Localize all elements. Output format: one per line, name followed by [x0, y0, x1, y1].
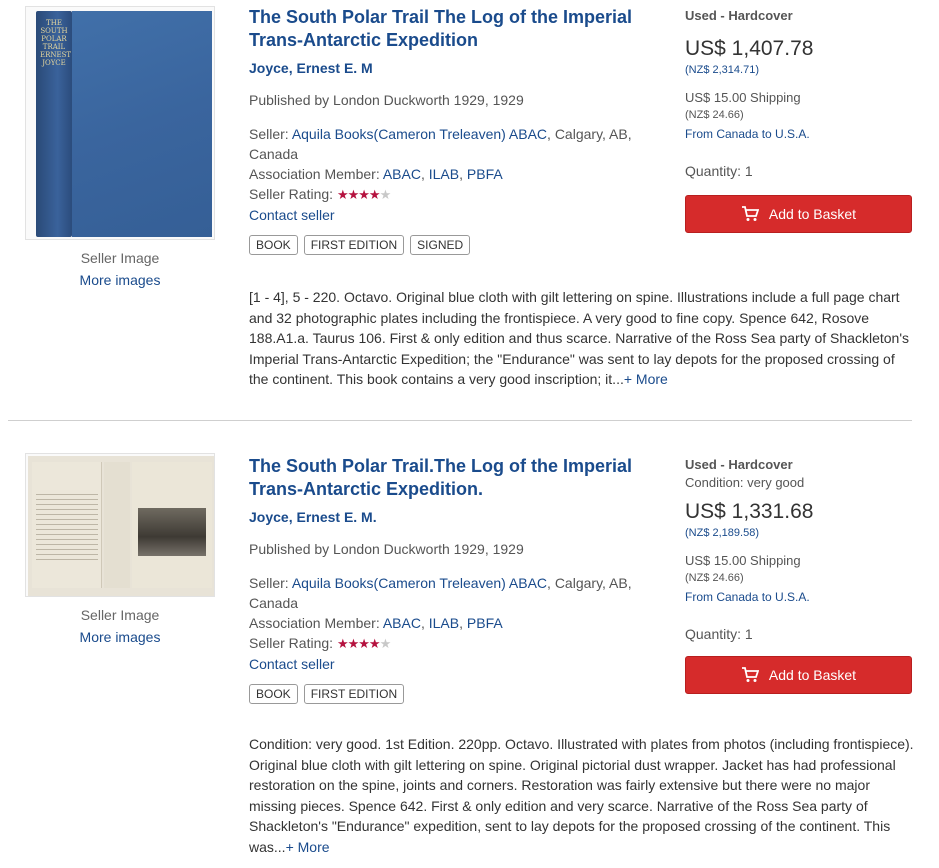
- publisher-info: Published by London Duckworth 1929, 1929: [249, 92, 524, 108]
- price: US$ 1,407.78: [685, 37, 814, 60]
- seller-label: Seller:: [249, 575, 292, 591]
- tag-book: BOOK: [249, 684, 298, 704]
- association-line: Association Member: ABAC, ILAB, PBFA: [249, 615, 503, 631]
- shipping-converted: (NZ$ 24.66): [685, 572, 744, 584]
- more-images-link[interactable]: More images: [25, 272, 215, 288]
- seller-rating-label: Seller Rating:: [249, 635, 337, 651]
- association-abac-link[interactable]: ABAC: [383, 615, 421, 631]
- association-pbfa-link[interactable]: PBFA: [467, 166, 503, 182]
- details-column: The South Polar Trail The Log of the Imp…: [249, 6, 669, 255]
- condition-info: Condition: very good: [685, 475, 805, 490]
- tag-first-edition: FIRST EDITION: [303, 235, 405, 255]
- seller-rating-label: Seller Rating:: [249, 186, 337, 202]
- shipping-converted: (NZ$ 24.66): [685, 109, 744, 121]
- association-ilab-link[interactable]: ILAB: [429, 166, 459, 182]
- seller-line: Seller: Aquila Books(Cameron Treleaven) …: [249, 573, 669, 613]
- quantity: Quantity: 1: [685, 626, 753, 642]
- author-link[interactable]: Joyce, Ernest E. M.: [249, 509, 669, 525]
- star-empty-icon: ★: [379, 636, 392, 651]
- star-icon: ★: [368, 636, 381, 651]
- seller-name-link[interactable]: Aquila Books(Cameron Treleaven) ABAC: [292, 126, 547, 142]
- tag-first-edition: FIRST EDITION: [303, 684, 405, 704]
- price: US$ 1,331.68: [685, 500, 814, 523]
- purchase-column: Used - Hardcover US$ 1,407.78 (NZ$ 2,314…: [685, 8, 912, 233]
- book-cover-image[interactable]: [25, 453, 215, 597]
- book-cover-image[interactable]: THE SOUTH POLAR TRAIL ERNEST JOYCE: [25, 6, 215, 240]
- shipping-cost: US$ 15.00 Shipping: [685, 553, 801, 568]
- purchase-column: Used - Hardcover Condition: very good US…: [685, 457, 912, 694]
- listing-divider: [8, 420, 912, 421]
- cover-spine: THE SOUTH POLAR TRAIL ERNEST JOYCE: [36, 11, 72, 237]
- seller-block: Seller: Aquila Books(Cameron Treleaven) …: [249, 573, 669, 674]
- star-rating-icons[interactable]: ★★★★★: [336, 187, 392, 202]
- binding-info: Used - Hardcover: [685, 457, 793, 472]
- shipping-destination-link[interactable]: From Canada to U.S.A.: [685, 590, 912, 604]
- contact-seller-link[interactable]: Contact seller: [249, 207, 335, 223]
- shipping-cost: US$ 15.00 Shipping: [685, 90, 801, 105]
- add-to-basket-label: Add to Basket: [768, 667, 857, 683]
- star-icon: ★: [358, 636, 370, 651]
- more-description-link[interactable]: + More: [286, 839, 330, 855]
- seller-name-link[interactable]: Aquila Books(Cameron Treleaven) ABAC: [292, 575, 547, 591]
- description-text: Condition: very good. 1st Edition. 220pp…: [249, 736, 914, 855]
- image-column: Seller Image More images: [25, 453, 215, 645]
- details-column: The South Polar Trail.The Log of the Imp…: [249, 455, 669, 704]
- seller-block: Seller: Aquila Books(Cameron Treleaven) …: [249, 124, 669, 225]
- association-pbfa-link[interactable]: PBFA: [467, 615, 503, 631]
- more-description-link[interactable]: + More: [624, 371, 668, 387]
- star-icon: ★: [368, 187, 381, 202]
- seller-line: Seller: Aquila Books(Cameron Treleaven) …: [249, 124, 669, 164]
- price-converted: (NZ$ 2,189.58): [685, 527, 759, 539]
- binding-info: Used - Hardcover: [685, 8, 793, 23]
- jacket-photo: [138, 508, 206, 556]
- more-images-link[interactable]: More images: [25, 629, 215, 645]
- seller-rating-line: Seller Rating: ★★★★★: [249, 633, 669, 654]
- book-title-link[interactable]: The South Polar Trail.The Log of the Imp…: [249, 455, 669, 501]
- star-icon: ★: [347, 636, 360, 651]
- cover-spine-text: THE SOUTH POLAR TRAIL ERNEST JOYCE: [40, 19, 72, 67]
- star-icon: ★: [347, 187, 360, 202]
- contact-seller-link[interactable]: Contact seller: [249, 656, 335, 672]
- association-line: Association Member: ABAC, ILAB, PBFA: [249, 166, 503, 182]
- seller-rating-line: Seller Rating: ★★★★★: [249, 184, 669, 205]
- image-caption: Seller Image: [80, 607, 160, 623]
- listing-2: Seller Image More images The South Polar…: [0, 422, 939, 868]
- cart-icon: [741, 206, 759, 221]
- star-icon: ★: [336, 636, 349, 651]
- tag-signed: SIGNED: [410, 235, 471, 255]
- star-icon: ★: [336, 187, 349, 202]
- image-column: THE SOUTH POLAR TRAIL ERNEST JOYCE Selle…: [25, 6, 215, 288]
- association-abac-link[interactable]: ABAC: [383, 166, 421, 182]
- add-to-basket-button[interactable]: Add to Basket: [685, 195, 912, 233]
- description-text: [1 - 4], 5 - 220. Octavo. Original blue …: [249, 289, 909, 387]
- cart-icon: [741, 667, 759, 682]
- add-to-basket-label: Add to Basket: [768, 206, 857, 222]
- jacket-back-text-lines: [36, 494, 98, 564]
- star-rating-icons[interactable]: ★★★★★: [336, 636, 392, 651]
- description: Condition: very good. 1st Edition. 220pp…: [249, 734, 914, 857]
- add-to-basket-button[interactable]: Add to Basket: [685, 656, 912, 694]
- tag-list: BOOK FIRST EDITION: [249, 684, 669, 704]
- star-empty-icon: ★: [379, 187, 392, 202]
- publisher-info: Published by London Duckworth 1929, 1929: [249, 541, 524, 557]
- association-ilab-link[interactable]: ILAB: [429, 615, 459, 631]
- shipping-destination-link[interactable]: From Canada to U.S.A.: [685, 127, 912, 141]
- star-icon: ★: [358, 187, 370, 202]
- description: [1 - 4], 5 - 220. Octavo. Original blue …: [249, 287, 914, 390]
- listing-1: THE SOUTH POLAR TRAIL ERNEST JOYCE Selle…: [0, 0, 939, 420]
- cover-front: [72, 11, 212, 237]
- author-link[interactable]: Joyce, Ernest E. M: [249, 60, 669, 76]
- jacket-spine: [104, 462, 130, 588]
- book-title-link[interactable]: The South Polar Trail The Log of the Imp…: [249, 6, 669, 52]
- image-caption: Seller Image: [80, 250, 160, 266]
- price-converted: (NZ$ 2,314.71): [685, 64, 759, 76]
- tag-list: BOOK FIRST EDITION SIGNED: [249, 235, 669, 255]
- seller-label: Seller:: [249, 126, 292, 142]
- association-label: Association Member:: [249, 615, 383, 631]
- tag-book: BOOK: [249, 235, 298, 255]
- quantity: Quantity: 1: [685, 163, 753, 179]
- association-label: Association Member:: [249, 166, 383, 182]
